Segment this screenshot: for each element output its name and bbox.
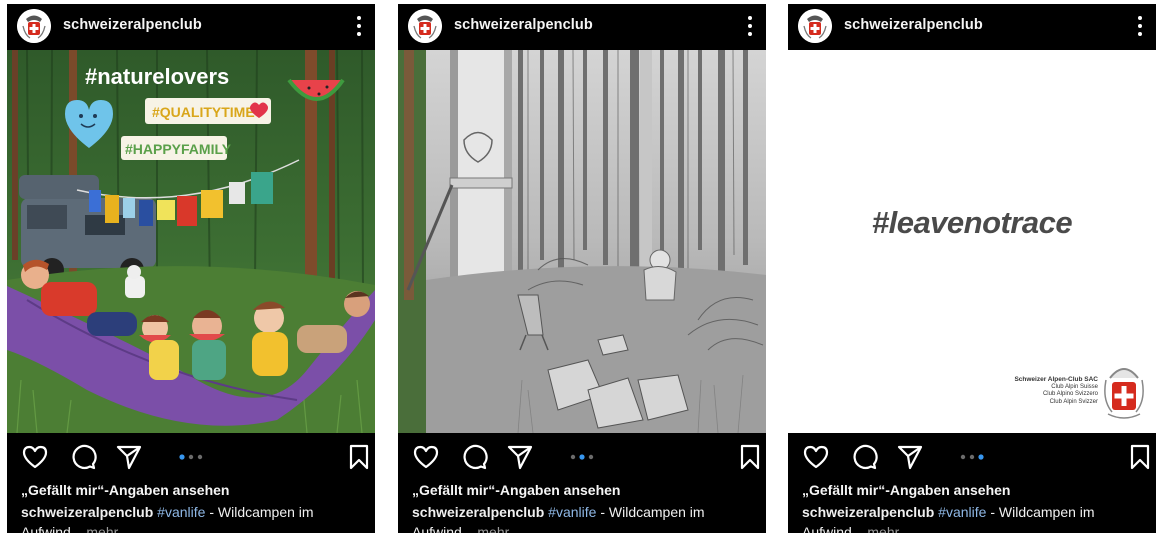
caption-more-link[interactable]: mehr (86, 524, 118, 533)
caption-username[interactable]: schweizeralpenclub (802, 504, 934, 520)
more-icon[interactable] (742, 12, 758, 40)
sac-wordmark: Schweizer Alpen-Club SAC Club Alpin Suis… (1014, 376, 1098, 406)
post-caption: schweizeralpenclub #vanlife - Wildcampen… (412, 502, 757, 533)
post-username[interactable]: schweizeralpenclub (844, 17, 983, 33)
likes-link[interactable]: „Gefällt mir“-Angaben ansehen (802, 482, 1010, 498)
post-username[interactable]: schweizeralpenclub (454, 17, 593, 33)
sac-crest-icon (1104, 368, 1144, 419)
sac-line-3: Club Alpino Svizzero (1042, 391, 1098, 397)
post-caption: schweizeralpenclub #vanlife - Wildcampen… (802, 502, 1147, 533)
bookmark-icon[interactable] (345, 443, 373, 471)
carousel-dots (179, 454, 203, 460)
caption-username[interactable]: schweizeralpenclub (412, 504, 544, 520)
image-hashtag-naturelovers: #naturelovers (85, 64, 229, 89)
caption-ellipsis: ... (461, 524, 474, 533)
carousel-dots (570, 454, 594, 460)
share-icon[interactable] (506, 443, 534, 471)
caption-hashtag[interactable]: #vanlife (938, 504, 986, 520)
caption-more-link[interactable]: mehr (477, 524, 509, 533)
post-username[interactable]: schweizeralpenclub (63, 17, 202, 33)
heart-icon[interactable] (412, 443, 440, 471)
image-hashtag-qualitytime: #QUALITYTIME (152, 104, 255, 120)
likes-link[interactable]: „Gefällt mir“-Angaben ansehen (21, 482, 229, 498)
post-caption: schweizeralpenclub #vanlife - Wildcampen… (21, 502, 366, 533)
sac-line-1: Schweizer Alpen-Club SAC (1014, 376, 1098, 383)
caption-ellipsis: ... (70, 524, 83, 533)
post-header: schweizeralpenclub (788, 4, 1156, 50)
more-icon[interactable] (351, 12, 367, 40)
caption-hashtag[interactable]: #vanlife (157, 504, 205, 520)
comment-icon[interactable] (69, 443, 97, 471)
comment-icon[interactable] (850, 443, 878, 471)
bookmark-icon[interactable] (1126, 443, 1154, 471)
post-header: schweizeralpenclub (398, 4, 766, 50)
heart-icon[interactable] (802, 443, 830, 471)
share-icon[interactable] (896, 443, 924, 471)
post-image-leavenotrace[interactable]: #leavenotrace Schweizer Alpen-Club SAC C… (788, 50, 1156, 433)
caption-hashtag[interactable]: #vanlife (548, 504, 596, 520)
post-header: schweizeralpenclub (7, 4, 375, 50)
caption-ellipsis: ... (851, 524, 864, 533)
carousel-dots (960, 454, 984, 460)
likes-link[interactable]: „Gefällt mir“-Angaben ansehen (412, 482, 620, 498)
caption-more-link[interactable]: mehr (867, 524, 899, 533)
post-actions (788, 433, 1156, 477)
sac-line-2: Club Alpin Suisse (1051, 383, 1098, 390)
sac-logo-icon (408, 9, 442, 43)
sac-logo-icon (798, 9, 832, 43)
heart-icon[interactable] (21, 443, 49, 471)
caption-username[interactable]: schweizeralpenclub (21, 504, 153, 520)
sac-line-4: Club Alpin Svizzer (1049, 398, 1098, 405)
post-card-2: schweizeralpenclub „Gefällt mir“-Angaben… (398, 4, 766, 533)
post-image-forest-sketch[interactable] (398, 50, 766, 433)
post-actions (7, 433, 375, 477)
avatar[interactable] (17, 9, 51, 43)
comment-icon[interactable] (460, 443, 488, 471)
image-hashtag-happyfamily: #HAPPYFAMILY (125, 141, 232, 157)
post-card-3: schweizeralpenclub #leavenotrace Schweiz… (788, 4, 1156, 533)
post-actions (398, 433, 766, 477)
sac-logo-icon (17, 9, 51, 43)
share-icon[interactable] (115, 443, 143, 471)
post-image-illustration[interactable]: #naturelovers #QUALITYTIME #HAPPYFAMILY (7, 50, 375, 433)
bookmark-icon[interactable] (736, 443, 764, 471)
post-card-1: schweizeralpenclub #naturelovers #QUALIT… (7, 4, 375, 533)
avatar[interactable] (798, 9, 832, 43)
more-icon[interactable] (1132, 12, 1148, 40)
image-hashtag-leavenotrace: #leavenotrace (871, 205, 1073, 240)
avatar[interactable] (408, 9, 442, 43)
